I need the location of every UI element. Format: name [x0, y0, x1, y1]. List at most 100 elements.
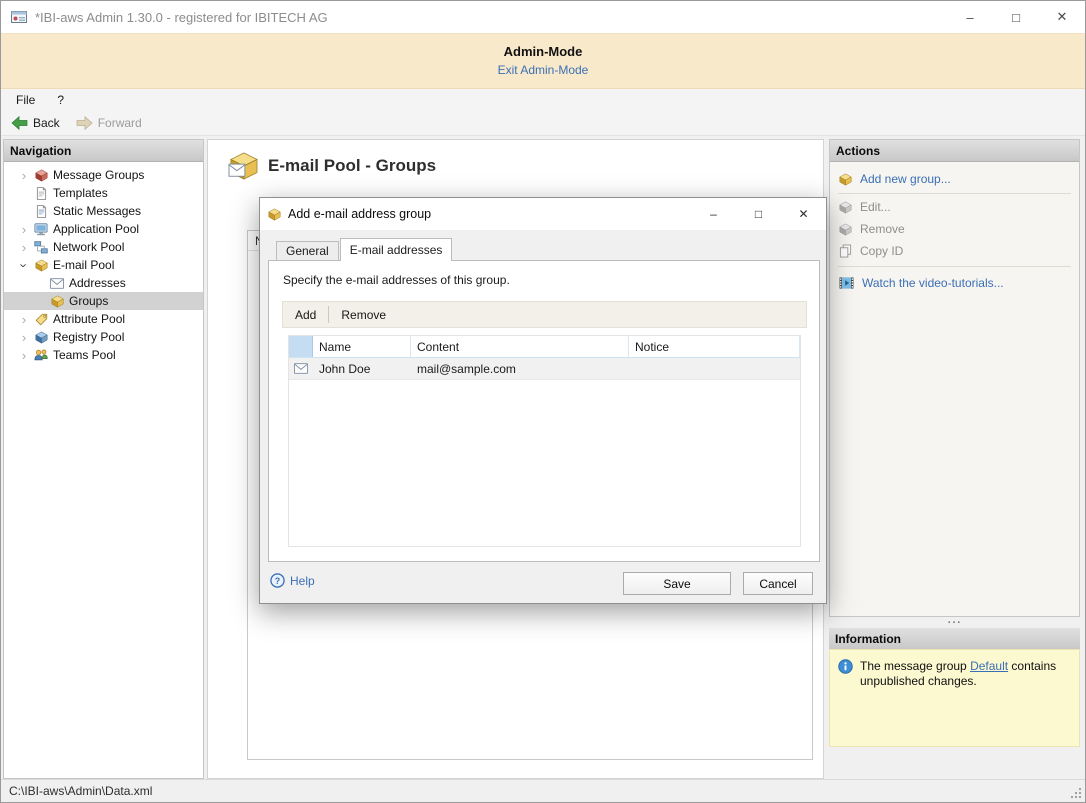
nav-item-groups[interactable]: Groups — [4, 292, 203, 310]
email-icon — [294, 363, 308, 374]
tab-email-addresses[interactable]: E-mail addresses — [340, 238, 453, 261]
action-copy-id[interactable]: Copy ID — [831, 240, 1078, 262]
email-pool-groups-icon — [228, 152, 258, 180]
action-edit[interactable]: Edit... — [831, 196, 1078, 218]
registry-pool-icon — [32, 331, 50, 344]
back-button[interactable]: Back — [11, 116, 60, 130]
dialog-description: Specify the e-mail addresses of this gro… — [283, 273, 510, 287]
column-header-notice[interactable]: Notice — [629, 336, 800, 357]
row-notice-cell — [629, 358, 800, 379]
nav-item-teams-pool[interactable]: › Teams Pool — [4, 346, 203, 364]
templates-icon — [32, 187, 50, 200]
chevron-right-icon[interactable]: › — [16, 241, 32, 254]
chevron-right-icon[interactable]: › — [16, 349, 32, 362]
column-header-content[interactable]: Content — [411, 336, 629, 357]
back-arrow-icon — [11, 116, 28, 130]
dialog-window-controls: – □ ✕ — [691, 198, 826, 230]
maximize-button[interactable]: □ — [993, 1, 1039, 33]
admin-mode-banner: Admin-Mode Exit Admin-Mode — [1, 33, 1085, 89]
table-row[interactable]: John Doe mail@sample.com — [289, 358, 800, 380]
attribute-pool-icon — [32, 313, 50, 326]
copy-icon — [839, 244, 852, 258]
info-text-before: The message group — [860, 659, 970, 673]
page-header: E-mail Pool - Groups — [228, 152, 436, 180]
remove-button[interactable]: Remove — [329, 302, 398, 327]
nav-item-addresses[interactable]: Addresses — [4, 274, 203, 292]
dialog-close-button[interactable]: ✕ — [781, 198, 826, 230]
navigation-tree: › Message Groups Templates Static Messag… — [4, 162, 203, 364]
help-link[interactable]: ? Help — [270, 573, 315, 588]
chevron-right-icon[interactable]: › — [16, 223, 32, 236]
page-title: E-mail Pool - Groups — [268, 156, 436, 176]
column-header-name[interactable]: Name — [313, 336, 411, 357]
message-groups-icon — [32, 169, 50, 182]
cancel-button[interactable]: Cancel — [743, 572, 813, 595]
add-group-icon — [839, 173, 852, 186]
chevron-right-icon[interactable]: › — [16, 331, 32, 344]
nav-item-static-messages[interactable]: Static Messages — [4, 202, 203, 220]
nav-item-email-pool[interactable]: › E-mail Pool — [4, 256, 203, 274]
dialog-title: Add e-mail address group — [288, 207, 431, 221]
nav-item-templates[interactable]: Templates — [4, 184, 203, 202]
network-pool-icon — [32, 241, 50, 254]
nav-item-registry-pool[interactable]: › Registry Pool — [4, 328, 203, 346]
information-notice: The message group Default contains unpub… — [829, 649, 1080, 747]
status-bar: C:\IBI-aws\Admin\Data.xml — [1, 779, 1085, 802]
action-watch-tutorials[interactable]: Watch the video-tutorials... — [831, 272, 1078, 294]
dialog-icon — [268, 208, 281, 221]
action-add-new-group[interactable]: Add new group... — [831, 168, 1078, 190]
menu-bar: File ? — [1, 89, 1085, 111]
close-button[interactable]: ✕ — [1039, 1, 1085, 33]
separator — [838, 266, 1071, 267]
menu-file[interactable]: File — [11, 91, 40, 109]
chevron-down-icon[interactable]: › — [18, 257, 31, 273]
row-icon-cell — [289, 358, 313, 379]
action-remove[interactable]: Remove — [831, 218, 1078, 240]
nav-item-network-pool[interactable]: › Network Pool — [4, 238, 203, 256]
app-window: *IBI-aws Admin 1.30.0 - registered for I… — [0, 0, 1086, 803]
chevron-right-icon[interactable]: › — [16, 169, 32, 182]
add-email-group-dialog: Add e-mail address group – □ ✕ General E… — [259, 197, 827, 604]
email-addresses-tab-panel: Specify the e-mail addresses of this gro… — [268, 260, 820, 562]
dialog-toolbar: Add Remove — [282, 301, 807, 328]
application-pool-icon — [32, 223, 50, 236]
dialog-maximize-button[interactable]: □ — [736, 198, 781, 230]
table-header-row: Name Content Notice — [289, 336, 800, 358]
forward-button[interactable]: Forward — [76, 116, 142, 130]
nav-item-attribute-pool[interactable]: › Attribute Pool — [4, 310, 203, 328]
exit-admin-mode-link[interactable]: Exit Admin-Mode — [498, 63, 589, 77]
dialog-minimize-button[interactable]: – — [691, 198, 736, 230]
forward-arrow-icon — [76, 116, 93, 130]
add-button[interactable]: Add — [283, 302, 328, 327]
nav-item-application-pool[interactable]: › Application Pool — [4, 220, 203, 238]
email-addresses-table: Name Content Notice John Doe mail@sample… — [288, 335, 801, 547]
default-group-link[interactable]: Default — [970, 659, 1008, 673]
column-header-icon[interactable] — [289, 336, 313, 357]
edit-icon — [839, 201, 852, 214]
navigation-header: Navigation — [4, 140, 203, 162]
actions-panel: Actions Add new group... Edit... Remove — [829, 139, 1080, 617]
minimize-button[interactable]: – — [947, 1, 993, 33]
app-icon — [11, 9, 27, 25]
svg-text:?: ? — [275, 576, 280, 586]
information-panel: Information The message group Default co… — [829, 628, 1080, 779]
resize-grip[interactable] — [1070, 787, 1083, 800]
tab-general[interactable]: General — [276, 241, 339, 260]
information-text: The message group Default contains unpub… — [860, 659, 1071, 689]
nav-toolbar: Back Forward — [1, 111, 1085, 136]
back-label: Back — [33, 116, 60, 130]
data-file-path: C:\IBI-aws\Admin\Data.xml — [9, 784, 152, 798]
splitter-handle[interactable]: … — [829, 609, 1080, 627]
help-label: Help — [290, 574, 315, 588]
titlebar[interactable]: *IBI-aws Admin 1.30.0 - registered for I… — [1, 1, 1085, 33]
remove-icon — [839, 223, 852, 236]
save-button[interactable]: Save — [623, 572, 731, 595]
separator — [838, 193, 1071, 194]
teams-pool-icon — [32, 349, 50, 362]
nav-item-message-groups[interactable]: › Message Groups — [4, 166, 203, 184]
menu-help[interactable]: ? — [52, 91, 69, 109]
static-messages-icon — [32, 205, 50, 218]
chevron-right-icon[interactable]: › — [16, 313, 32, 326]
dialog-tabs: General E-mail addresses — [276, 238, 453, 261]
dialog-titlebar[interactable]: Add e-mail address group – □ ✕ — [260, 198, 826, 230]
